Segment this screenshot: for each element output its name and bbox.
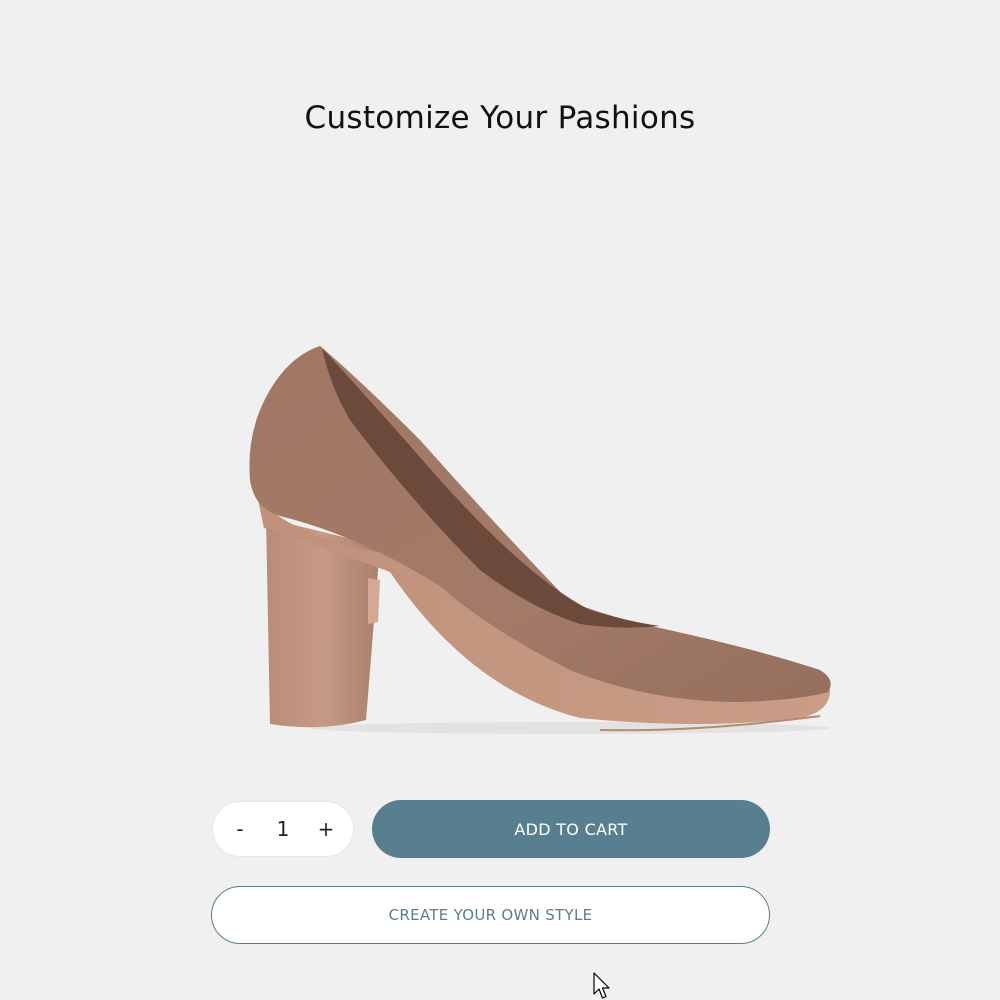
decrement-button[interactable]: - [222, 817, 258, 841]
quantity-value[interactable]: 1 [258, 817, 308, 841]
create-your-own-style-button[interactable]: CREATE YOUR OWN STYLE [211, 886, 770, 944]
add-to-cart-button[interactable]: ADD TO CART [372, 800, 770, 858]
quantity-stepper[interactable]: - 1 + [212, 801, 354, 857]
increment-button[interactable]: + [308, 817, 344, 841]
page-title: Customize Your Pashions [304, 100, 696, 136]
product-customizer-page: Customize Your Pashions - 1 + ADD TO CAR… [0, 0, 1000, 1000]
shoe-product-image [249, 346, 831, 734]
mouse-pointer-icon [593, 972, 610, 999]
